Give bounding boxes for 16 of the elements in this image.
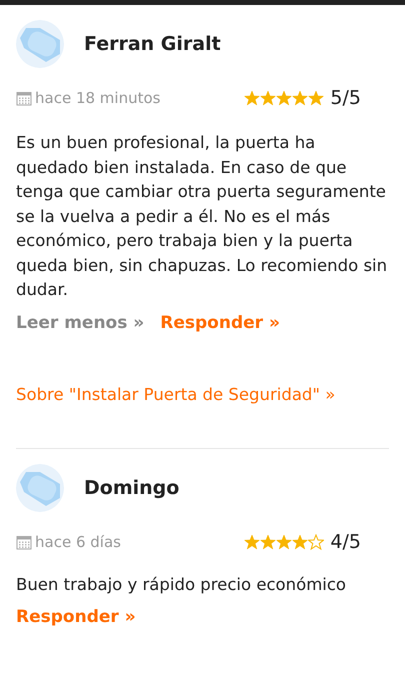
review-text: Buen trabajo y rápido precio económico xyxy=(16,574,348,596)
reviewer-name: Ferran Giralt xyxy=(84,33,221,55)
calendar-icon xyxy=(16,534,32,550)
reply-link[interactable]: Responder » xyxy=(160,312,280,332)
service-link[interactable]: Sobre "Instalar Puerta de Seguridad" » xyxy=(16,384,336,404)
review-time: hace 6 días xyxy=(35,532,121,550)
reviewer-name: Domingo xyxy=(84,476,180,498)
rating-score: 5/5 xyxy=(330,87,361,109)
rating-score: 4/5 xyxy=(330,530,361,552)
avatar-icon xyxy=(16,20,64,68)
read-less-link[interactable]: Leer menos » xyxy=(16,312,144,332)
calendar-icon xyxy=(16,90,32,106)
reply-link[interactable]: Responder » xyxy=(16,607,136,627)
avatar-icon xyxy=(16,464,64,512)
review-time: hace 18 minutos xyxy=(35,89,160,107)
review-text: Es un buen profesional, la puerta ha quedado bien instalada. En caso de que tenga que cambiar otra puerta seguramente se la vuelva a pedir a él. No es el más económico, pero trabaja bien y la puerta queda bien, sin chapuzas. Lo recomiendo sin dudar. xyxy=(16,132,388,301)
